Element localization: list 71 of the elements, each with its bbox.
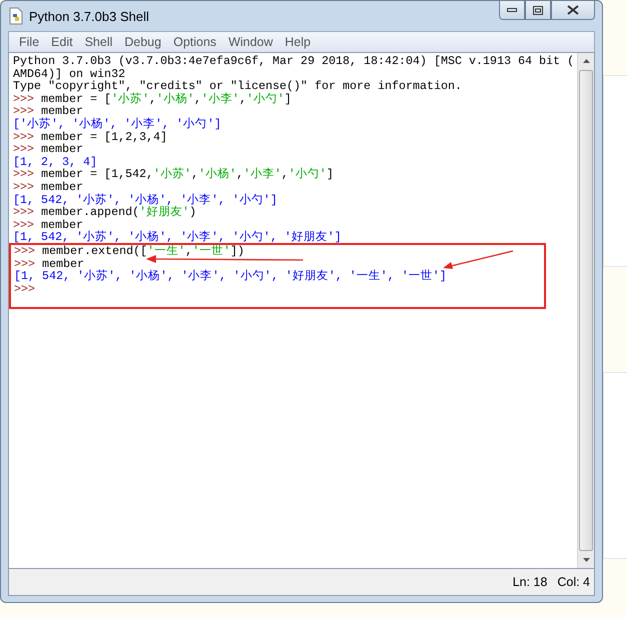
column-number: Col: 4 — [557, 575, 590, 589]
menu-item[interactable]: File — [13, 35, 46, 49]
shell-text: , — [185, 244, 192, 258]
shell-text: , — [194, 92, 202, 106]
shell-prompt: >>> — [14, 244, 36, 258]
menu-item[interactable]: Edit — [45, 35, 79, 49]
line-number: Ln: 18 — [512, 575, 548, 589]
shell-text: , — [281, 167, 288, 182]
shell-text: , — [191, 167, 198, 182]
shell-prompt: >>> — [13, 218, 36, 232]
shell-prompt: >>> — [13, 167, 36, 182]
close-button[interactable] — [551, 1, 595, 20]
shell-output: [1, 542, '小苏', '小杨', '小李', '小勺', '好朋友', '一生', '一世'] — [14, 269, 446, 284]
shell-prompt: >>> — [14, 256, 36, 270]
string-literal: '小苏' — [111, 92, 150, 106]
string-literal: '小勺' — [246, 92, 284, 106]
shell-text: member — [41, 142, 84, 156]
python-file-icon — [8, 7, 24, 25]
scrollbar[interactable] — [577, 53, 594, 568]
shell-text: AMD64)] on win32 — [13, 66, 126, 81]
shell-prompt: >>> — [13, 205, 36, 220]
shell-text: member.append( — [41, 205, 140, 220]
shell-text: , — [149, 92, 156, 106]
shell-prompt: >>> — [13, 92, 36, 106]
shell-prompt: >>> — [13, 180, 36, 194]
shell-text: Type "copyright", "credits" or "license()" for more information. — [13, 79, 462, 94]
shell-text: member — [41, 180, 84, 194]
maximize-button[interactable] — [525, 1, 551, 20]
maximize-icon — [533, 6, 543, 14]
minimize-button[interactable] — [499, 1, 525, 20]
shell-text: Python 3.7.0b3 (v3.7.0b3:4e7efa9c6f, Mar 29 2018, 18:42:04) [MSC v.1913 64 bit ( — [13, 54, 574, 68]
shell-text: ]) — [230, 244, 244, 258]
shell-text: member — [41, 218, 84, 232]
minimize-icon — [507, 8, 517, 12]
menu-item[interactable]: Shell — [78, 35, 118, 49]
close-icon — [567, 5, 579, 15]
string-literal: '一生' — [147, 244, 186, 258]
shell-text: member = [ — [41, 92, 112, 106]
string-literal: '小苏' — [153, 167, 192, 182]
string-literal: '小李' — [201, 92, 240, 106]
string-literal: '一世' — [192, 244, 230, 258]
shell-text: member = [1,542, — [41, 167, 154, 182]
menu-item[interactable]: Window — [222, 35, 279, 49]
shell-output: [1, 2, 3, 4] — [13, 154, 98, 169]
string-literal: '好朋友' — [139, 205, 190, 220]
shell-text: , — [236, 167, 244, 182]
scrollbar-thumb[interactable] — [579, 70, 593, 551]
shell-text: member — [42, 256, 84, 270]
shell-prompt: >>> — [13, 130, 36, 144]
string-literal: '小李' — [243, 167, 282, 182]
window-title: Python 3.7.0b3 Shell — [29, 8, 150, 24]
shell-text: ] — [326, 167, 334, 182]
shell-text: ] — [284, 92, 292, 106]
menu-item[interactable]: Help — [278, 35, 317, 49]
shell-text: member = [1,2,3,4] — [41, 130, 168, 144]
menu-item[interactable]: Options — [167, 35, 222, 49]
menu-item[interactable]: Debug — [118, 35, 168, 49]
shell-output: [1, 542, '小苏', '小杨', '小李', '小勺'] — [13, 192, 278, 207]
string-literal: '小勺' — [288, 167, 326, 182]
shell-output: ['小苏', '小杨', '小李', '小勺'] — [13, 116, 222, 131]
shell-text: , — [239, 92, 246, 106]
shell-text: member.extend([ — [42, 244, 148, 258]
arrow — [443, 250, 514, 269]
shell-prompt: >>> — [13, 142, 36, 156]
shell-prompt: >>> — [14, 282, 36, 296]
shell-prompt: >>> — [13, 104, 34, 118]
shell-text: member — [41, 104, 84, 118]
shell-text: ) — [189, 205, 196, 220]
string-literal: '小杨' — [198, 167, 236, 182]
string-literal: '小杨' — [156, 92, 194, 106]
shell-output: [1, 542, '小苏', '小杨', '小李', '小勺', '好朋友'] — [13, 230, 342, 244]
